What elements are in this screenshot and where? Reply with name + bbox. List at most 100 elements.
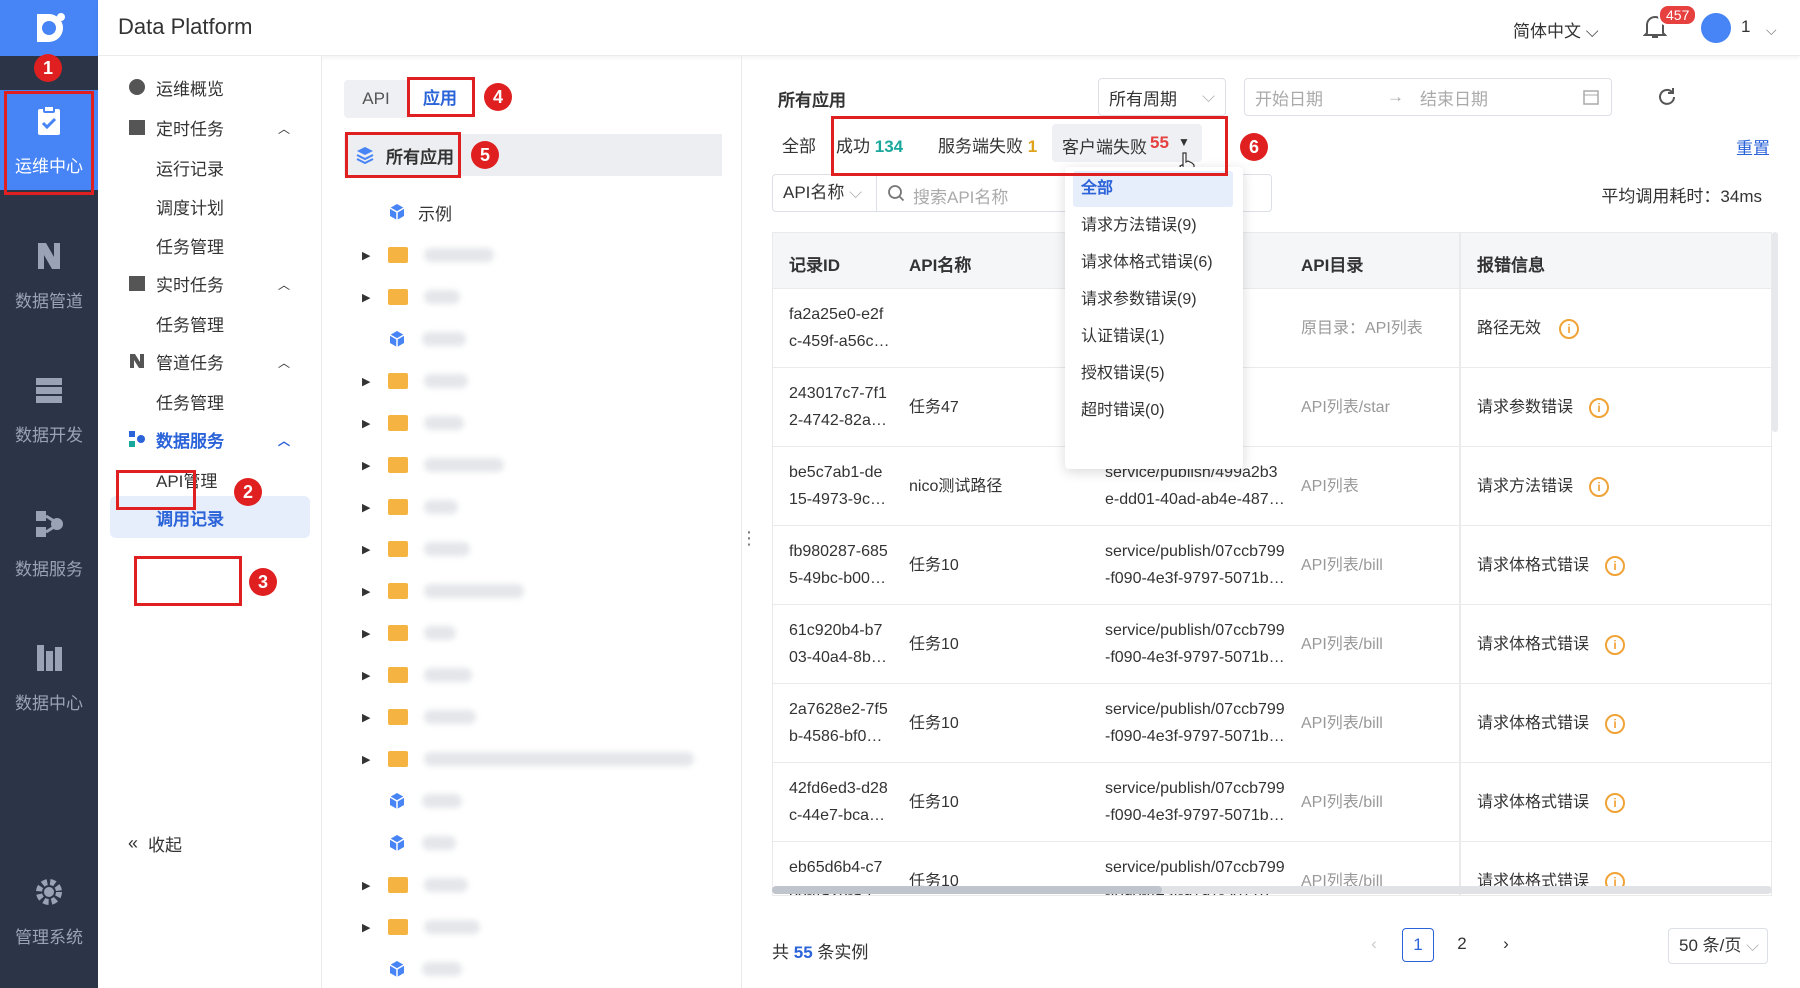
- rail-item-pipeline[interactable]: 数据管道: [0, 225, 98, 325]
- tree-node[interactable]: ▶: [322, 446, 742, 484]
- scrollbar-thumb[interactable]: [772, 886, 1162, 894]
- api-name: 任务10: [909, 715, 959, 732]
- dropdown-option[interactable]: 请求体格式错误(6): [1073, 245, 1233, 281]
- table-row[interactable]: fa2a25e0-e2fc-459f-a56c…lish/80a0d8d3-b2…: [773, 289, 1771, 368]
- expand-arrow-icon[interactable]: ▶: [362, 711, 374, 724]
- horizontal-scrollbar[interactable]: [772, 886, 1772, 894]
- search-input[interactable]: 搜索API名称: [913, 183, 1008, 208]
- table-row[interactable]: be5c7ab1-de 15-4973-9c… nico测试路径 service/pu…: [773, 447, 1771, 526]
- table-row[interactable]: 42fd6ed3-d28 c-44e7-bca… 任务10 service/publi…: [773, 763, 1771, 842]
- vertical-scrollbar[interactable]: [1772, 232, 1778, 432]
- next-page-button[interactable]: ›: [1490, 928, 1522, 962]
- rail-item-data-center[interactable]: 数据中心: [0, 627, 98, 727]
- tree-node-example[interactable]: 示例: [322, 193, 742, 231]
- sidebar-item-task-mgmt[interactable]: 任务管理: [98, 382, 322, 420]
- dropdown-option[interactable]: 认证错误(1): [1073, 319, 1233, 355]
- page-1-button[interactable]: 1: [1402, 928, 1434, 962]
- tree-node[interactable]: ▶: [322, 614, 742, 652]
- rail-item-service[interactable]: 数据服务: [0, 493, 98, 593]
- folder-icon: [388, 373, 408, 389]
- end-date-input[interactable]: 结束日期: [1420, 85, 1488, 110]
- sidebar-item-task-mgmt[interactable]: 任务管理: [98, 226, 322, 264]
- expand-arrow-icon[interactable]: ▶: [362, 669, 374, 682]
- sidebar-item-realtime[interactable]: 实时任务 ︿: [98, 264, 322, 302]
- info-icon[interactable]: i: [1605, 635, 1625, 655]
- rail-item-dev[interactable]: 数据开发: [0, 359, 98, 459]
- tree-node[interactable]: ▶: [322, 656, 742, 694]
- tree-node[interactable]: ▶: [322, 362, 742, 400]
- tab-api[interactable]: API: [344, 80, 408, 118]
- sidebar-collapse[interactable]: « 收起: [98, 824, 322, 862]
- dropdown-option[interactable]: 超时错误(0): [1073, 393, 1233, 429]
- rail-item-admin[interactable]: 管理系统: [0, 861, 98, 961]
- tree-node[interactable]: [322, 320, 742, 358]
- filter-all[interactable]: 全部: [782, 132, 816, 157]
- info-icon[interactable]: i: [1605, 714, 1625, 734]
- info-icon[interactable]: i: [1559, 319, 1579, 339]
- avatar[interactable]: [1701, 13, 1731, 43]
- info-icon[interactable]: i: [1605, 793, 1625, 813]
- search-field-select[interactable]: API名称 ⌵: [773, 175, 877, 211]
- sidebar-item-scheduled[interactable]: 定时任务 ︿: [98, 108, 322, 146]
- user-name[interactable]: 1: [1741, 17, 1750, 37]
- sidebar-item-schedule-plan[interactable]: 调度计划: [98, 187, 322, 225]
- tree-node[interactable]: ▶: [322, 278, 742, 316]
- api-directory: API列表/bill: [1301, 794, 1383, 811]
- table-row[interactable]: 243017c7-7f12-4742-82a…任务47lish/fdc84b89…: [773, 368, 1771, 447]
- sidebar-item-data-service[interactable]: 数据服务 ︿: [98, 420, 322, 458]
- start-date-input[interactable]: 开始日期: [1255, 85, 1323, 110]
- prev-page-button[interactable]: ‹: [1358, 928, 1390, 962]
- info-icon[interactable]: i: [1589, 477, 1609, 497]
- page-size-select[interactable]: 50 条/页 ⌵: [1668, 928, 1768, 964]
- expand-arrow-icon[interactable]: ▶: [362, 375, 374, 388]
- date-range-picker[interactable]: 开始日期 → 结束日期: [1244, 78, 1612, 116]
- tree-node[interactable]: ▶: [322, 530, 742, 568]
- dropdown-option[interactable]: 全部: [1073, 171, 1233, 207]
- expand-arrow-icon[interactable]: ▶: [362, 459, 374, 472]
- step-marker: 3: [249, 568, 277, 596]
- page-2-button[interactable]: 2: [1446, 928, 1478, 962]
- tree-node[interactable]: ▶: [322, 866, 742, 904]
- app-logo[interactable]: [0, 0, 98, 56]
- dropdown-option[interactable]: 授权错误(5): [1073, 356, 1233, 392]
- total-number: 55: [793, 943, 813, 962]
- error-message: 请求体格式错误: [1477, 794, 1590, 811]
- table-row[interactable]: 61c920b4-b7 03-40a4-8b… 任务10 service/publis…: [773, 605, 1771, 684]
- sidebar-item-overview[interactable]: 运维概览: [98, 68, 322, 106]
- tree-node[interactable]: [322, 950, 742, 988]
- reset-button[interactable]: 重置: [1736, 134, 1770, 159]
- expand-arrow-icon[interactable]: ▶: [362, 879, 374, 892]
- period-select[interactable]: 所有周期 ⌵: [1098, 78, 1226, 116]
- tree-node[interactable]: ▶: [322, 404, 742, 442]
- expand-arrow-icon[interactable]: ▶: [362, 585, 374, 598]
- expand-arrow-icon[interactable]: ▶: [362, 627, 374, 640]
- sidebar-item-task-mgmt[interactable]: 任务管理: [98, 304, 322, 342]
- dropdown-option[interactable]: 请求方法错误(9): [1073, 208, 1233, 244]
- expand-arrow-icon[interactable]: ▶: [362, 543, 374, 556]
- tree-node[interactable]: ▶: [322, 488, 742, 526]
- tree-node[interactable]: ▶: [322, 572, 742, 610]
- expand-arrow-icon[interactable]: ▶: [362, 291, 374, 304]
- chevron-down-icon[interactable]: ⌵: [1766, 22, 1777, 39]
- tree-node[interactable]: [322, 782, 742, 820]
- expand-arrow-icon[interactable]: ▶: [362, 921, 374, 934]
- info-icon[interactable]: i: [1605, 556, 1625, 576]
- expand-arrow-icon[interactable]: ▶: [362, 417, 374, 430]
- tree-node[interactable]: ▶: [322, 698, 742, 736]
- tree-node[interactable]: [322, 824, 742, 862]
- sidebar-item-pipeline[interactable]: 管道任务 ︿: [98, 342, 322, 380]
- table-row[interactable]: 2a7628e2-7f5 b-4586-bf0… 任务10 service/publi…: [773, 684, 1771, 763]
- expand-arrow-icon[interactable]: ▶: [362, 753, 374, 766]
- language-selector[interactable]: 简体中文 ⌵: [1513, 17, 1599, 42]
- dropdown-option[interactable]: 请求参数错误(9): [1073, 282, 1233, 318]
- table-row[interactable]: fb980287-685 5-49bc-b00… 任务10 service/publi…: [773, 526, 1771, 605]
- sidebar-item-run-log[interactable]: 运行记录: [98, 148, 322, 186]
- tree-node[interactable]: ▶: [322, 236, 742, 274]
- table-header: 记录ID API名称 API目录 报错信息: [773, 233, 1771, 289]
- tree-node[interactable]: ▶: [322, 908, 742, 946]
- tree-node[interactable]: ▶: [322, 740, 742, 778]
- expand-arrow-icon[interactable]: ▶: [362, 249, 374, 262]
- refresh-icon[interactable]: [1656, 86, 1678, 108]
- info-icon[interactable]: i: [1589, 398, 1609, 418]
- expand-arrow-icon[interactable]: ▶: [362, 501, 374, 514]
